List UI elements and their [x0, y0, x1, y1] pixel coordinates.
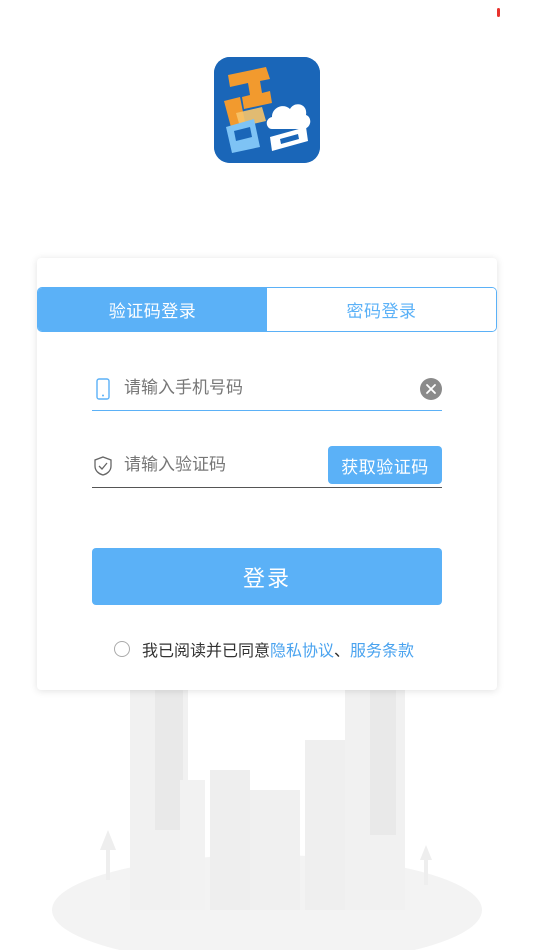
status-indicator [497, 8, 500, 17]
clear-icon [426, 384, 436, 394]
agreement-checkbox[interactable] [114, 641, 130, 657]
terms-of-service-link[interactable]: 服务条款 [350, 637, 414, 661]
login-mode-tabs: 验证码登录 密码登录 [37, 287, 497, 332]
phone-field [92, 366, 442, 411]
login-card: 验证码登录 密码登录 获取验证码 登录 我已阅读并已同意 隐私协议 、 服务条款 [37, 258, 497, 690]
app-logo-icon [214, 57, 320, 163]
agreement-row: 我已阅读并已同意 隐私协议 、 服务条款 [114, 638, 414, 660]
tab-password-login[interactable]: 密码登录 [267, 288, 496, 331]
shield-icon [94, 456, 112, 476]
app-logo [214, 57, 320, 163]
phone-icon [96, 378, 110, 400]
verification-code-field: 获取验证码 [92, 443, 442, 488]
login-button[interactable]: 登录 [92, 548, 442, 605]
tab-sms-login[interactable]: 验证码登录 [38, 288, 267, 331]
get-code-button[interactable]: 获取验证码 [328, 446, 442, 484]
phone-input[interactable] [124, 374, 374, 402]
city-background-illustration [52, 675, 482, 950]
agreement-separator: 、 [334, 641, 351, 660]
verification-code-input[interactable] [124, 451, 304, 479]
agreement-text: 我已阅读并已同意 [142, 641, 271, 660]
clear-phone-button[interactable] [420, 378, 442, 400]
privacy-policy-link[interactable]: 隐私协议 [270, 637, 334, 661]
